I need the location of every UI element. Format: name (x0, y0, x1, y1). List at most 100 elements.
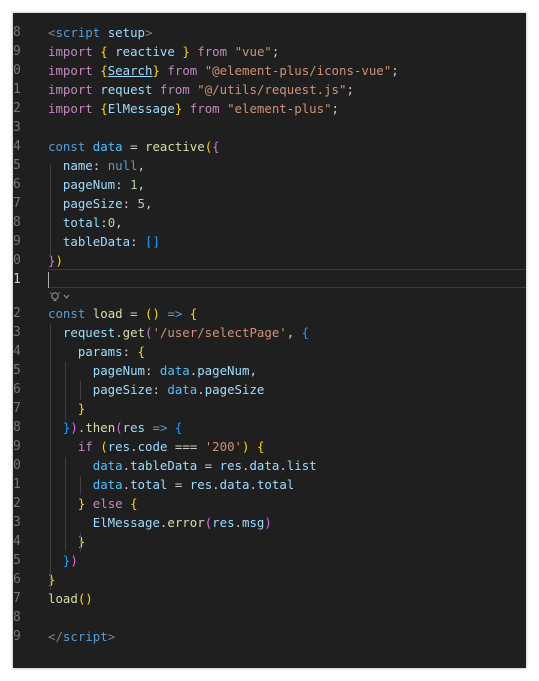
code-token: from (189, 101, 220, 116)
line-number: 3 (13, 120, 21, 135)
code-token: . (279, 458, 287, 473)
code-line[interactable]: }) (48, 251, 526, 270)
code-token: ) (70, 420, 78, 435)
code-line[interactable]: data.total = res.data.total (48, 475, 526, 494)
code-token: import (48, 82, 93, 97)
indent-guide (65, 457, 66, 551)
indent-guide (80, 381, 81, 400)
line-number: 2 (13, 496, 21, 511)
code-token: data (92, 477, 123, 492)
code-line[interactable]: ElMessage.error(res.msg) (48, 513, 526, 532)
code-token: : (100, 215, 108, 230)
code-line[interactable]: import {ElMessage} from "element-plus"; (48, 99, 526, 118)
code-line[interactable] (48, 118, 526, 137)
line-number: 6 (13, 177, 21, 192)
code-token: . (130, 439, 138, 454)
code-token: load (92, 306, 123, 321)
lightbulb-sparkle-icon (49, 292, 70, 302)
code-line[interactable]: tableData: [] (48, 232, 526, 251)
code-token: = (197, 458, 220, 473)
code-token: { (301, 325, 310, 340)
code-token: { (189, 306, 198, 321)
code-line[interactable]: } (48, 570, 526, 589)
line-number: 5 (13, 363, 21, 378)
code-line[interactable]: const load = () => { (48, 304, 526, 323)
code-line[interactable] (48, 608, 526, 627)
code-line[interactable]: <script setup> (48, 23, 526, 42)
code-token: > (107, 629, 116, 644)
code-line[interactable]: } (48, 399, 526, 418)
line-number: 1 (13, 82, 21, 97)
code-line[interactable]: }).then(res => { (48, 418, 526, 437)
code-line[interactable]: pageSize: data.pageSize (48, 380, 526, 399)
code-editor[interactable]: 8 9 0 1 2 3 4 5 6 7 8 9 0 1 2 3 4 5 6 7 8 9 0 1 2 3 4 5 6 7 8 9 <script… (13, 13, 526, 668)
code-token: total (130, 477, 168, 492)
code-line[interactable]: data.tableData = res.data.list (48, 456, 526, 475)
code-line[interactable]: name: null, (48, 156, 526, 175)
code-token: "vue" (234, 44, 272, 59)
code-token: data (92, 139, 123, 154)
code-line[interactable]: total:0, (48, 213, 526, 232)
code-token: , (249, 363, 257, 378)
code-line[interactable]: request.get('/user/selectPage', { (48, 323, 526, 342)
code-line[interactable]: const data = reactive({ (48, 137, 526, 156)
code-token: "element-plus" (227, 101, 332, 116)
code-token: '200' (204, 439, 243, 454)
code-token: , (145, 196, 153, 211)
current-line[interactable] (48, 269, 526, 288)
code-token: else (92, 496, 123, 511)
code-line[interactable]: import {Search} from "@element-plus/icon… (48, 61, 526, 80)
code-line[interactable]: if (res.code === '200') { (48, 437, 526, 456)
indent-guide (80, 476, 81, 495)
code-line[interactable]: import request from "@/utils/request.js"… (48, 80, 526, 99)
code-action-hint[interactable] (49, 291, 71, 305)
code-line[interactable]: } (48, 532, 526, 551)
code-token: res (107, 439, 131, 454)
code-token: { (100, 101, 108, 116)
code-line[interactable]: load() (48, 589, 526, 608)
code-line[interactable]: }) (48, 551, 526, 570)
line-number: 5 (13, 158, 21, 173)
code-token: } (182, 44, 190, 59)
code-token: : (115, 177, 131, 192)
code-line[interactable]: import { reactive } from "vue"; (48, 42, 526, 61)
code-token: { (212, 139, 220, 154)
code-token: res (219, 458, 242, 473)
code-token: { (100, 63, 108, 78)
code-line[interactable]: pageNum: data.pageNum, (48, 361, 526, 380)
code-line[interactable]: </script> (48, 627, 526, 646)
code-token: then (85, 420, 116, 435)
line-number: 0 (13, 63, 21, 78)
code-line[interactable]: pageNum: 1, (48, 175, 526, 194)
code-token: const (48, 139, 86, 154)
indent-guide (65, 362, 66, 420)
line-number: 6 (13, 382, 21, 397)
code-token: = (122, 139, 146, 154)
code-token: { (130, 496, 138, 511)
code-line[interactable]: } else { (48, 494, 526, 513)
code-token: pageSize (204, 382, 265, 397)
code-token: { (256, 439, 265, 454)
code-line[interactable]: params: { (48, 342, 526, 361)
code-token: total (256, 477, 295, 492)
indent-guide (50, 165, 51, 257)
code-token: data (249, 458, 280, 473)
line-number: 8 (13, 215, 21, 230)
code-line[interactable]: pageSize: 5, (48, 194, 526, 213)
code-token: tableData (62, 234, 131, 249)
code-token: res (122, 420, 146, 435)
code-token: ElMessage (107, 101, 175, 116)
code-token: name (62, 158, 93, 173)
code-token: ( (115, 420, 123, 435)
code-token: } (77, 534, 86, 549)
code-token: () (145, 306, 160, 321)
line-number: 7 (13, 591, 21, 606)
code-token: : (92, 158, 108, 173)
code-token: import (48, 101, 93, 116)
code-token: ; (346, 82, 354, 97)
code-token: ( (100, 439, 108, 454)
code-token: . (234, 515, 243, 530)
